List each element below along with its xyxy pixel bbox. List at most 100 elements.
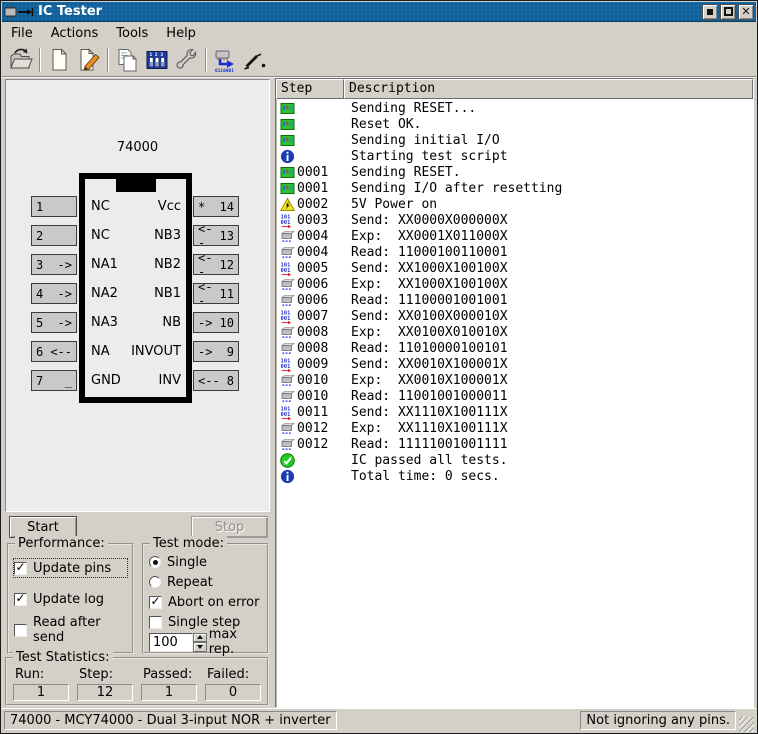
pin-box-right-11[interactable]: <--11 <box>193 283 239 304</box>
log-description: Send: XX0010X100001X <box>346 357 508 372</box>
pin-signal-label: Vcc <box>158 199 181 214</box>
probe-pins-button[interactable] <box>240 46 270 74</box>
resize-grip-icon[interactable] <box>739 717 754 732</box>
chip-icon <box>280 437 295 452</box>
board-icon <box>280 117 295 132</box>
log-row[interactable]: 1010010009Send: XX0010X100001X <box>278 356 751 372</box>
pin-box-left-4[interactable]: 4-> <box>31 283 77 304</box>
max-rep-input[interactable]: 100 <box>149 633 193 652</box>
pin-box-right-14[interactable]: *14 <box>193 196 239 217</box>
log-step: 0002 <box>297 197 346 212</box>
checkbox-checked-icon <box>149 596 162 609</box>
log-row[interactable]: Sending RESET... <box>278 100 751 116</box>
spin-up-button[interactable] <box>193 633 207 643</box>
pin-box-left-1[interactable]: 1 <box>31 196 77 217</box>
pin-signal-label: NB <box>162 315 181 330</box>
log-row[interactable]: IC passed all tests. <box>278 452 751 468</box>
max-rep-label: max rep. <box>209 627 263 657</box>
abort-on-error-checkbox[interactable]: Abort on error <box>149 593 263 611</box>
read-after-send-checkbox[interactable]: Read after send <box>14 621 127 639</box>
log-row[interactable]: 0012Exp: XX1110X100111X <box>278 420 751 436</box>
log-description: Read: 11000100110001 <box>346 245 508 260</box>
test-ic-button[interactable]: 0110001 <box>210 46 240 74</box>
log-row[interactable]: 0012Read: 11111001001111 <box>278 436 751 452</box>
menubar: File Actions Tools Help <box>2 23 756 44</box>
new-script-button[interactable] <box>44 46 74 74</box>
menu-actions[interactable]: Actions <box>42 24 108 43</box>
stop-button: Stop <box>191 516 268 538</box>
chip-icon <box>280 229 295 244</box>
pin-box-right-8[interactable]: <--8 <box>193 370 239 391</box>
pin-box-left-6[interactable]: 6<-- <box>31 341 77 362</box>
log-description: Reset OK. <box>346 117 421 132</box>
open-button[interactable] <box>6 46 36 74</box>
close-button[interactable]: ✕ <box>738 4 754 20</box>
pin-box-right-10[interactable]: ->10 <box>193 312 239 333</box>
log-row[interactable]: 0010Exp: XX0010X100001X <box>278 372 751 388</box>
log-row[interactable]: 0004Read: 11000100110001 <box>278 244 751 260</box>
close-icon: ✕ <box>741 6 750 17</box>
failed-label: Failed: <box>205 667 261 682</box>
log-description: Exp: XX1000X100100X <box>346 277 508 292</box>
log-row[interactable]: 0006Exp: XX1000X100100X <box>278 276 751 292</box>
edit-script-button[interactable] <box>74 46 104 74</box>
update-log-checkbox[interactable]: Update log <box>14 590 127 608</box>
log-row[interactable]: Total time: 0 secs. <box>278 468 751 484</box>
menu-help[interactable]: Help <box>157 24 205 43</box>
log-description: Read: 11111001001111 <box>346 437 508 452</box>
dip-switch-setup-button[interactable]: 1 2 3 <box>142 46 172 74</box>
minimize-icon <box>707 9 713 15</box>
log-row[interactable]: Sending initial I/O <box>278 132 751 148</box>
pin-row: 6<--NAINVOUT->9 <box>31 341 239 362</box>
minimize-button[interactable] <box>702 4 718 20</box>
max-rep-spinner[interactable] <box>193 633 207 652</box>
log-row[interactable]: 00025V Power on <box>278 196 751 212</box>
pin-number: 6 <box>36 345 43 359</box>
new-file-icon <box>46 47 72 73</box>
log-row[interactable]: 1010010005Send: XX1000X100100X <box>278 260 751 276</box>
log-row[interactable]: Starting test script <box>278 148 751 164</box>
log-row[interactable]: 1010010003Send: XX0000X000000X <box>278 212 751 228</box>
log-description: Starting test script <box>346 149 508 164</box>
copy-log-button[interactable] <box>112 46 142 74</box>
log-row[interactable]: 1010010007Send: XX0100X000010X <box>278 308 751 324</box>
menu-tools[interactable]: Tools <box>107 24 157 43</box>
radio-selected-icon <box>149 556 161 568</box>
log-row[interactable]: 0008Exp: XX0100X010010X <box>278 324 751 340</box>
pin-number: 3 <box>36 258 43 272</box>
pin-number: 5 <box>36 316 43 330</box>
send-icon: 101001 <box>280 309 295 324</box>
menu-file[interactable]: File <box>2 24 42 43</box>
pin-box-right-9[interactable]: ->9 <box>193 341 239 362</box>
log-row[interactable]: 0001Sending RESET. <box>278 164 751 180</box>
log-row[interactable]: 0008Read: 11010000100101 <box>278 340 751 356</box>
pin-box-right-13[interactable]: <--13 <box>193 225 239 246</box>
log-column-description[interactable]: Description <box>344 79 753 99</box>
pin-direction: <-- <box>198 251 220 279</box>
pin-box-right-12[interactable]: <--12 <box>193 254 239 275</box>
log-column-step[interactable]: Step <box>276 79 344 99</box>
test-mode-legend: Test mode: <box>150 536 227 551</box>
log-row[interactable]: 0010Read: 11001001000011 <box>278 388 751 404</box>
repeat-radio[interactable]: Repeat <box>149 573 263 591</box>
log-description: Exp: XX1110X100111X <box>346 421 508 436</box>
log-row[interactable]: 0001Sending I/O after resetting <box>278 180 751 196</box>
pin-direction: <-- <box>198 374 220 388</box>
maximize-button[interactable] <box>720 4 736 20</box>
settings-wrench-button[interactable] <box>172 46 202 74</box>
log-row[interactable]: 0006Read: 11100001001001 <box>278 292 751 308</box>
pin-box-left-5[interactable]: 5-> <box>31 312 77 333</box>
single-radio[interactable]: Single <box>149 553 263 571</box>
update-pins-checkbox[interactable]: Update pins <box>14 559 127 577</box>
log-row[interactable]: 1010010011Send: XX1110X100111X <box>278 404 751 420</box>
log-row[interactable]: Reset OK. <box>278 116 751 132</box>
start-button[interactable]: Start <box>9 516 77 538</box>
pin-number: 2 <box>36 229 43 243</box>
pin-box-left-7[interactable]: 7_ <box>31 370 77 391</box>
titlebar[interactable]: IC Tester ✕ <box>2 2 756 22</box>
pin-box-left-3[interactable]: 3-> <box>31 254 77 275</box>
log-row[interactable]: 0004Exp: XX0001X011000X <box>278 228 751 244</box>
pin-box-left-2[interactable]: 2 <box>31 225 77 246</box>
spin-down-button[interactable] <box>193 642 207 652</box>
step-value: 12 <box>77 684 133 701</box>
